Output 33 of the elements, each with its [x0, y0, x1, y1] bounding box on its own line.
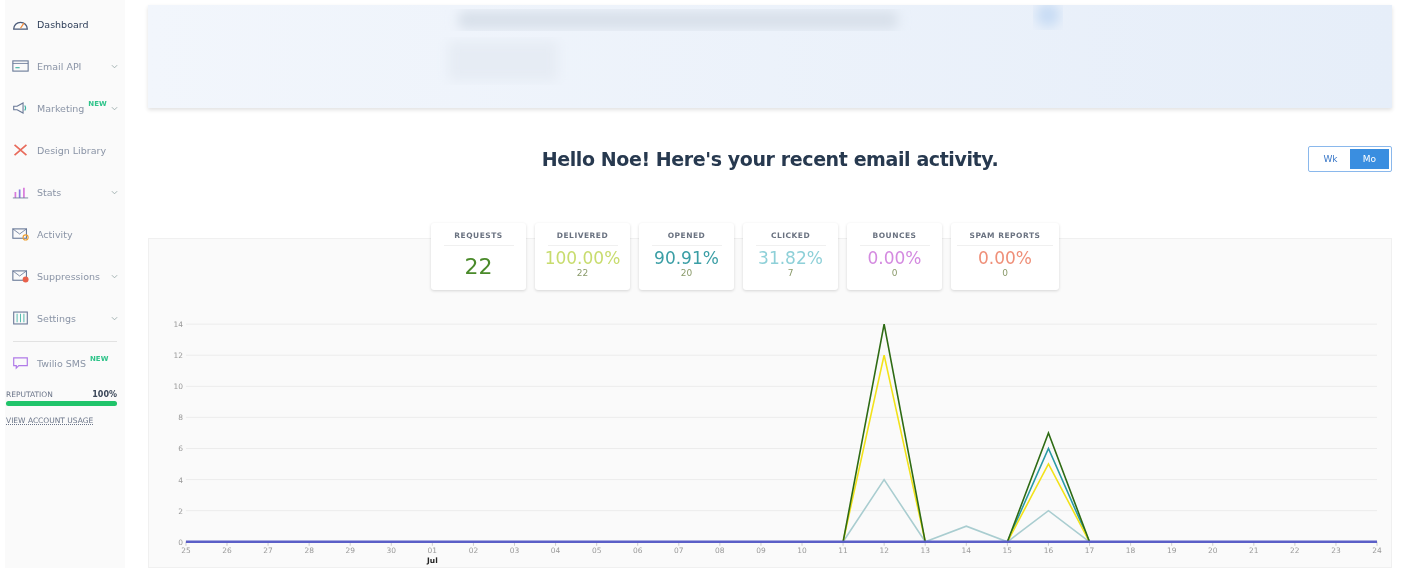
chevron-icon [111, 273, 118, 279]
stat-count: 0 [891, 268, 898, 278]
stat-value: 31.82% [758, 248, 823, 268]
period-option[interactable]: Mo [1350, 149, 1389, 169]
browser-window-icon [12, 59, 29, 73]
sidebar-item[interactable]: Dashboard [5, 3, 125, 45]
sidebar-item[interactable]: Design Library [5, 129, 125, 171]
stat-count: 22 [576, 268, 589, 278]
chat-bubble-icon [12, 356, 29, 370]
stat-count: 20 [680, 268, 693, 278]
chevron-icon [111, 315, 118, 321]
sidebar-item[interactable]: Stats [5, 171, 125, 213]
sidebar-item[interactable]: Email API [5, 45, 125, 87]
envelope-block-icon [12, 269, 29, 283]
sidebar-item[interactable]: Activity [5, 213, 125, 255]
chevron-icon [111, 105, 118, 111]
chevron-icon [111, 189, 118, 195]
bar-chart-icon [12, 185, 29, 199]
stat-count: 7 [787, 268, 794, 278]
stat-value: 0.00% [867, 248, 922, 268]
stat-value: 90.91% [654, 248, 719, 268]
reputation-value: 100% [92, 390, 117, 399]
stat-value: 22 [464, 254, 493, 279]
sidebar-item[interactable]: Suppressions [5, 255, 125, 297]
chevron-icon [111, 63, 118, 69]
stat-value: 100.00% [544, 248, 621, 268]
sidebar-item[interactable]: Settings [5, 297, 125, 339]
sliders-icon [12, 311, 29, 325]
greeting-heading: Hello Noe! Here's your recent email activity. [541, 148, 999, 170]
stat-value: 0.00% [978, 248, 1032, 268]
stat-count: 0 [1002, 268, 1008, 278]
megaphone-icon [12, 101, 29, 115]
envelope-search-icon [12, 227, 29, 241]
